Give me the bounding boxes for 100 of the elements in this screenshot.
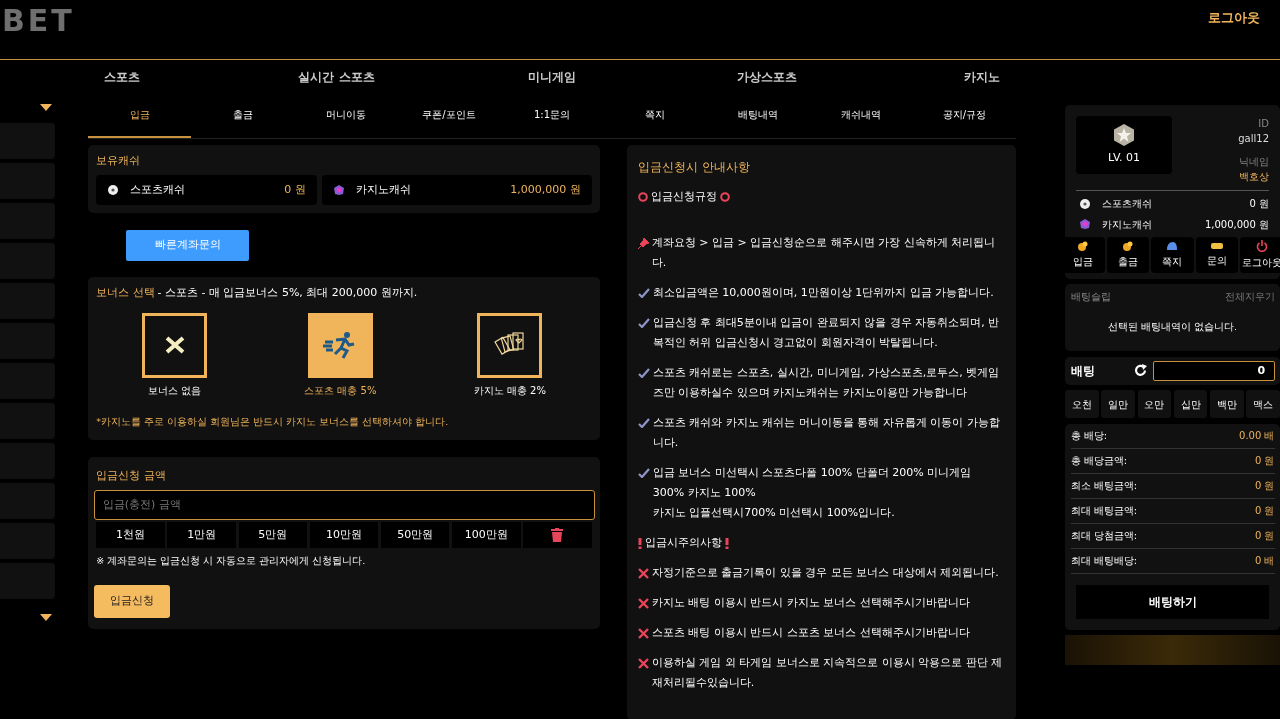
- summary-value: 0.00 배: [1239, 429, 1275, 443]
- section-title: 입금신청 금액: [95, 467, 167, 484]
- main-nav-item[interactable]: 카지노: [874, 67, 1089, 86]
- bonus-note: *카지노를 주로 이용하실 회원님은 반드시 카지노 보너스를 선택하셔야 합니다.: [95, 414, 450, 429]
- power-icon: [1255, 240, 1268, 253]
- wallet-amount: 1,000,000 원: [1204, 217, 1269, 232]
- tab[interactable]: 머니이동: [294, 93, 398, 138]
- notice-text: 입금신청규정: [650, 189, 717, 206]
- deposit-note: ※ 계좌문의는 입금신청 시 자동으로 관리자에게 신청됩니다.: [95, 553, 367, 568]
- bonus-option-label: 카지노 매충 2%: [473, 384, 546, 399]
- bonus-title: 보너스 선택: [96, 285, 155, 302]
- ball-icon: [1078, 197, 1091, 210]
- empty-message: 선택된 배팅내역이 없습니다.: [1106, 320, 1239, 335]
- amount-input[interactable]: 입금(충전) 금액: [93, 489, 595, 520]
- quick-bet-button[interactable]: 맥스: [1246, 390, 1280, 418]
- action-button[interactable]: 로그아웃: [1240, 237, 1280, 273]
- tab[interactable]: 출금: [191, 93, 295, 138]
- amount-button[interactable]: 1만원: [167, 522, 236, 549]
- action-button[interactable]: 쪽지: [1151, 237, 1194, 273]
- main-nav-item[interactable]: 실시간 스포츠: [229, 67, 444, 86]
- amount-button[interactable]: 1천원: [96, 522, 165, 549]
- summary-value: 0 원: [1254, 454, 1275, 468]
- notice-text: 이용하실 게임 외 타게임 보너스로 지속적으로 이용시 악용으로 판단 제재처리될수있습니다.: [651, 655, 1004, 692]
- notice-title: 입금신청시 안내사항: [638, 159, 751, 177]
- chip-icon: [333, 183, 346, 196]
- amount-button[interactable]: 10만원: [309, 522, 379, 549]
- bet-label: 배팅: [1070, 362, 1096, 380]
- clear-all-link[interactable]: 전체지우기: [1224, 289, 1275, 304]
- betslip-title: 배팅슬립: [1070, 289, 1111, 304]
- cross-icon: [638, 568, 649, 580]
- caret-icon: [40, 104, 53, 112]
- check-icon: [638, 368, 650, 379]
- wallet-label: 카지노캐쉬: [356, 181, 413, 198]
- level-label: LV. 01: [1108, 150, 1140, 167]
- tab[interactable]: 1:1문의: [500, 93, 604, 138]
- amount-button[interactable]: 100만원: [452, 522, 521, 549]
- cross-icon: [638, 658, 649, 670]
- deposit-submit-button[interactable]: 입금신청: [93, 584, 170, 618]
- summary-label: 총 배당:: [1070, 429, 1108, 443]
- bet-amount-input[interactable]: 0: [1152, 360, 1275, 381]
- main-nav-item[interactable]: 가상스포츠: [659, 67, 874, 86]
- caret-icon: [40, 614, 53, 622]
- quick-bet-button[interactable]: 백만: [1210, 390, 1244, 418]
- tab[interactable]: 캐쉬내역: [809, 93, 913, 138]
- cross-icon: [638, 598, 649, 610]
- bet-submit-button[interactable]: 배팅하기: [1076, 584, 1269, 619]
- chip-icon: [1078, 218, 1091, 230]
- exclamation-icon: [638, 538, 642, 550]
- notice-text: 최소입금액은 10,000원이며, 1만원이상 1단위까지 입금 가능합니다.: [652, 285, 994, 302]
- tab[interactable]: 공지/규정: [912, 93, 1016, 138]
- star-badge-icon: [1112, 123, 1136, 148]
- wallet-label: 스포츠캐쉬: [130, 181, 187, 198]
- bonus-option-label: 스포츠 매충 5%: [304, 384, 377, 399]
- notice-text: 입금 보너스 미선택시 스포츠다폴 100% 단폴더 200% 미니게임 300% 카지노 100% 카지노 입플선택시700% 미선택시 100%입니다.: [652, 465, 973, 522]
- tab[interactable]: 입금: [88, 93, 192, 138]
- trash-icon: [551, 528, 564, 543]
- bonus-option[interactable]: [142, 312, 208, 378]
- nickname: 백호상: [1239, 170, 1269, 184]
- notice-text: 입금신청 후 최대5분이내 입금이 완료되지 않을 경우 자동취소되며, 반복적인 허위 입금신청시 경고없이 회원자격이 박탈됩니다.: [652, 315, 1001, 352]
- main-nav-item[interactable]: 스포츠: [14, 67, 229, 86]
- check-icon: [638, 318, 650, 329]
- bonus-option[interactable]: [477, 312, 543, 378]
- section-title: 보유캐쉬: [95, 152, 142, 169]
- wallet-label: 카지노캐쉬: [1101, 217, 1153, 232]
- tab[interactable]: 쪽지: [603, 93, 707, 138]
- pin-icon: [638, 238, 649, 250]
- summary-value: 0 배: [1254, 554, 1275, 568]
- delete-button[interactable]: [523, 522, 592, 549]
- ball-icon: [107, 183, 120, 196]
- summary-label: 총 배당금액:: [1070, 454, 1128, 468]
- helmet-icon: [1166, 241, 1179, 252]
- x-icon: [164, 336, 185, 355]
- summary-label: 최대 배팅배당:: [1070, 554, 1138, 568]
- amount-button[interactable]: 5만원: [238, 522, 307, 549]
- notice-text: 스포츠 배팅 이용시 반드시 스포츠 보너스 선택해주시기바랍니다: [651, 625, 970, 642]
- logout-link[interactable]: 로그아웃: [1208, 8, 1260, 28]
- notice-text: 카지노 배팅 이용시 반드시 카지노 보너스 선택해주시기바랍니다: [651, 595, 970, 612]
- tab[interactable]: 배팅내역: [706, 93, 810, 138]
- quick-bet-button[interactable]: 오천: [1065, 390, 1099, 418]
- bonus-option[interactable]: [307, 312, 373, 378]
- action-button[interactable]: 출금: [1106, 237, 1150, 273]
- quick-bet-button[interactable]: 십만: [1173, 390, 1208, 418]
- wallet-amount: 1,000,000 원: [510, 181, 581, 198]
- amount-button[interactable]: 50만원: [380, 522, 450, 549]
- cross-icon: [638, 628, 649, 640]
- exclamation-icon: [724, 538, 729, 550]
- action-button[interactable]: 문의: [1195, 237, 1239, 273]
- quick-bet-button[interactable]: 일만: [1101, 390, 1135, 418]
- circle-icon: [638, 192, 648, 203]
- coins-icon: [1077, 241, 1090, 252]
- summary-label: 최대 배팅금액:: [1070, 504, 1138, 518]
- summary-label: 최대 당첨금액:: [1070, 529, 1138, 543]
- summary-value: 0 원: [1254, 529, 1275, 543]
- action-button[interactable]: 입금: [1062, 237, 1105, 273]
- notice-text: 자정기준으로 출금기록이 있을 경우 모든 보너스 대상에서 제외됩니다.: [651, 565, 999, 582]
- user-id: gall12: [1238, 132, 1269, 146]
- quick-bet-button[interactable]: 오만: [1137, 390, 1172, 418]
- check-icon: [638, 418, 650, 429]
- main-nav-item[interactable]: 미니게임: [444, 67, 659, 86]
- tab[interactable]: 쿠폰/포인트: [397, 93, 501, 138]
